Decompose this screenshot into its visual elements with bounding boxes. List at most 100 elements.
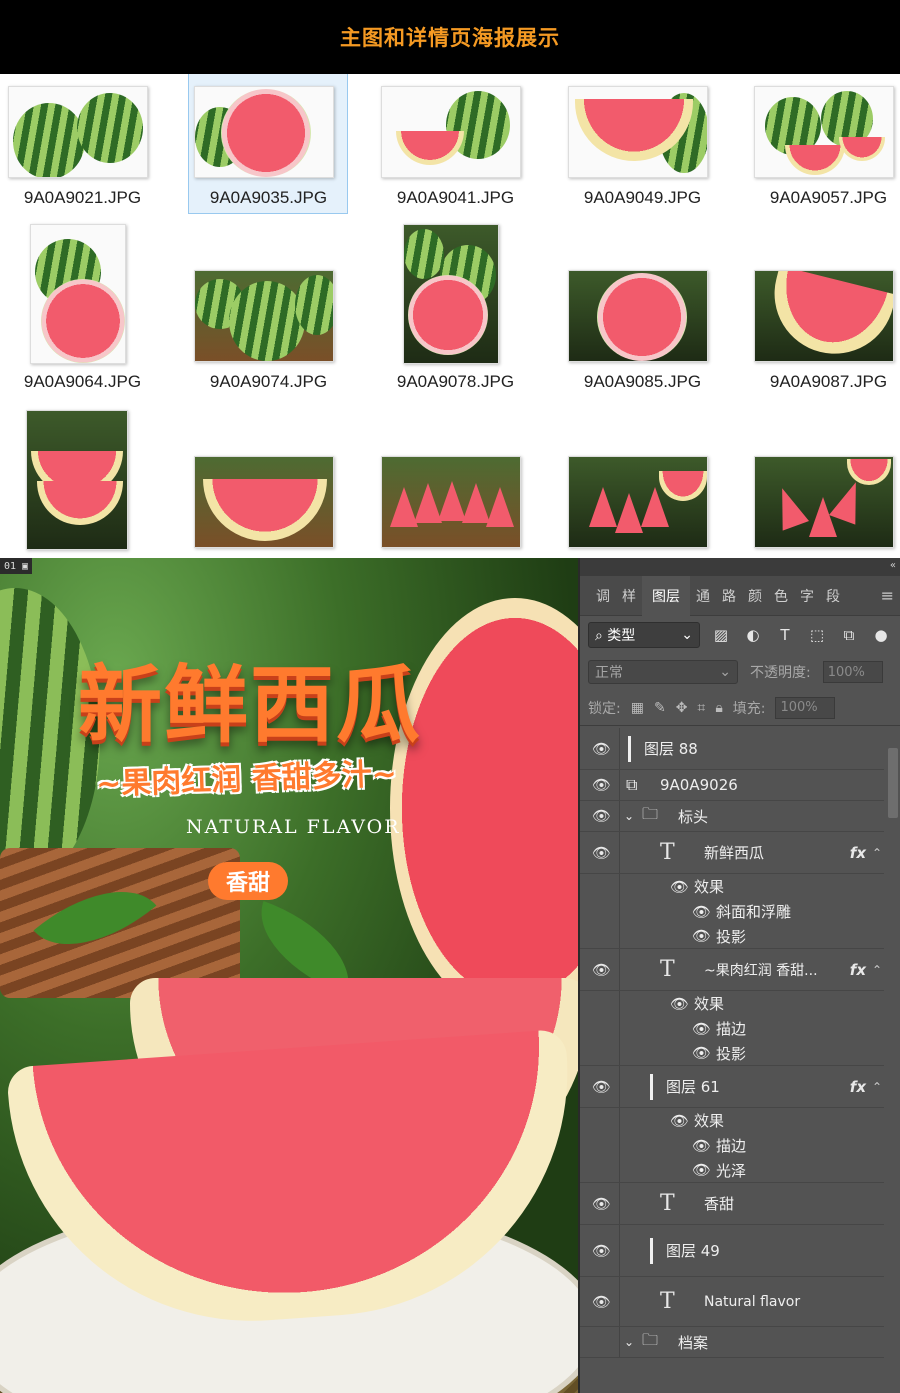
tab-layers[interactable]: 图层 — [642, 575, 690, 616]
file-thumbnail — [568, 270, 708, 362]
filter-shape-icon[interactable]: ⬚ — [806, 624, 828, 646]
effects-row[interactable]: 👁︎ 效果 — [580, 874, 884, 899]
lock-transparent-icon[interactable]: ▦ — [631, 700, 644, 716]
filter-pixel-icon[interactable]: ▨ — [710, 624, 732, 646]
chevron-up-icon[interactable]: ⌃ — [872, 1080, 882, 1094]
chevron-down-icon[interactable]: ⌄ — [624, 1335, 634, 1349]
blend-row: 正常 ⌄ 不透明度: 100% — [580, 654, 900, 690]
layer-row[interactable]: 👁︎ T ~果肉红润 香甜... fx ⌃ — [580, 949, 884, 991]
effects-label: 效果 — [694, 995, 725, 1013]
visibility-eye-icon[interactable]: 👁︎ — [592, 961, 612, 979]
tab-channels[interactable]: 通 — [690, 576, 716, 616]
folder-icon: 🗀︎ — [642, 1329, 659, 1349]
visibility-eye-icon[interactable]: 👁︎ — [592, 1195, 612, 1213]
lock-artboard-icon[interactable]: ⌗ — [697, 700, 705, 716]
layer-row[interactable]: 👁︎ ⧉ 9A0A9026 — [580, 770, 884, 801]
lock-brush-icon[interactable]: ✎ — [654, 700, 666, 716]
effect-row[interactable]: 👁︎ 投影 — [580, 1041, 884, 1066]
folder-icon: 🗀︎ — [642, 803, 659, 823]
layer-filter-select[interactable]: ⌕ 类型 ⌄ — [588, 622, 700, 648]
effect-row[interactable]: 👁︎ 斜面和浮雕 — [580, 899, 884, 924]
poster-english-tagline: NATURAL FLAVOR — [186, 816, 401, 838]
file-name: 9A0A9087.JPG — [769, 372, 888, 391]
layer-group-row[interactable]: 👁︎ ⌄ 🗀︎ 标头 — [580, 801, 884, 832]
layer-name: 图层 88 — [644, 740, 698, 758]
file-thumbnail — [568, 456, 708, 548]
layer-row[interactable]: 👁︎ 图层 61 fx ⌃ — [580, 1066, 884, 1108]
effect-eye-icon[interactable]: 👁︎ — [692, 1137, 711, 1155]
chevron-down-icon[interactable]: ⌄ — [624, 809, 634, 823]
file-name: 9A0A9041.JPG — [396, 188, 515, 207]
file-browser: 9A0A9021.JPG 9A0A9035.JPG 9A0A9041.JPG 9… — [0, 74, 900, 558]
chevron-up-icon[interactable]: ⌃ — [872, 963, 882, 977]
layer-row[interactable]: 👁︎ T 新鲜西瓜 fx ⌃ — [580, 832, 884, 874]
visibility-eye-icon[interactable]: 👁︎ — [592, 1078, 612, 1096]
tab-styles[interactable]: 样 — [616, 576, 642, 616]
effect-eye-icon[interactable]: 👁︎ — [670, 1112, 689, 1130]
visibility-eye-icon[interactable]: 👁︎ — [592, 844, 612, 862]
layer-row[interactable]: 👁︎ T 香甜 — [580, 1183, 884, 1225]
visibility-eye-icon[interactable]: 👁︎ — [592, 807, 612, 825]
filter-toggle-icon[interactable]: ● — [870, 624, 892, 646]
fill-field[interactable]: 100% — [775, 696, 836, 719]
blend-mode-select[interactable]: 正常 ⌄ — [588, 660, 738, 684]
layer-group-row[interactable]: ⌄ 🗀︎ 档案 — [580, 1327, 884, 1358]
effect-eye-icon[interactable]: 👁︎ — [692, 1161, 711, 1179]
document-tab-label: 01 — [4, 560, 17, 572]
fx-icon[interactable]: fx — [850, 1078, 866, 1096]
file-thumbnail — [194, 270, 334, 362]
tab-swatches[interactable]: 色 — [768, 576, 794, 616]
effect-eye-icon[interactable]: 👁︎ — [670, 878, 689, 896]
chevron-up-icon[interactable]: ⌃ — [872, 846, 882, 860]
collapse-icon[interactable]: « — [890, 560, 896, 571]
effect-eye-icon[interactable]: 👁︎ — [692, 903, 711, 921]
filter-adjustment-icon[interactable]: ◐ — [742, 624, 764, 646]
poster-badge: 香甜 — [208, 862, 288, 900]
lock-all-icon[interactable]: 🔒︎ — [715, 700, 722, 716]
filter-type-icon[interactable]: T — [774, 624, 796, 646]
lock-move-icon[interactable]: ✥ — [676, 700, 688, 716]
poster-canvas[interactable]: 01 ▣ 新鲜西瓜 ~果肉红润 香甜多汁~ NATURAL FLAVOR 香甜 — [0, 558, 578, 1393]
effects-row[interactable]: 👁︎ 效果 — [580, 991, 884, 1016]
visibility-eye-icon[interactable]: 👁︎ — [592, 1293, 612, 1311]
tab-adjustments[interactable]: 调 — [590, 576, 616, 616]
visibility-eye-icon[interactable]: 👁︎ — [592, 1242, 612, 1260]
effect-eye-icon[interactable]: 👁︎ — [670, 995, 689, 1013]
document-tab[interactable]: 01 ▣ — [0, 558, 33, 574]
text-layer-icon: T — [660, 840, 675, 865]
effect-eye-icon[interactable]: 👁︎ — [692, 1044, 711, 1062]
panel-menu-icon[interactable]: ≡ — [881, 586, 894, 605]
fx-icon[interactable]: fx — [850, 961, 866, 979]
effect-name: 斜面和浮雕 — [716, 903, 792, 921]
effects-row[interactable]: 👁︎ 效果 — [580, 1108, 884, 1133]
effect-row[interactable]: 👁︎ 描边 — [580, 1133, 884, 1158]
effect-row[interactable]: 👁︎ 投影 — [580, 924, 884, 949]
layer-row[interactable]: 👁︎ 图层 49 — [580, 1225, 884, 1277]
visibility-eye-icon[interactable]: 👁︎ — [592, 740, 612, 758]
layer-name: 标头 — [678, 807, 709, 826]
smart-object-icon: ⧉ — [626, 775, 638, 794]
fx-icon[interactable]: fx — [850, 844, 866, 862]
file-thumbnail — [754, 270, 894, 362]
effect-row[interactable]: 👁︎ 光泽 — [580, 1158, 884, 1183]
effect-eye-icon[interactable]: 👁︎ — [692, 927, 711, 945]
lock-row: 锁定: ▦ ✎ ✥ ⌗ 🔒︎ 填充: 100% — [580, 690, 900, 726]
layers-scrollbar[interactable] — [888, 748, 898, 818]
chevron-down-icon: ⌄ — [681, 627, 693, 643]
lock-label: 锁定: — [588, 700, 621, 717]
file-thumbnail — [194, 86, 334, 178]
tab-paragraph[interactable]: 段 — [820, 576, 846, 616]
tab-character[interactable]: 字 — [794, 576, 820, 616]
visibility-eye-icon[interactable]: 👁︎ — [592, 776, 612, 794]
effect-row[interactable]: 👁︎ 描边 — [580, 1016, 884, 1041]
tab-paths[interactable]: 路 — [716, 576, 742, 616]
blend-mode-value: 正常 — [595, 665, 623, 681]
filter-smart-object-icon[interactable]: ⧉ — [838, 624, 860, 646]
layer-row[interactable]: 👁︎ 图层 88 — [580, 728, 884, 770]
effect-name: 描边 — [716, 1020, 747, 1038]
layer-row[interactable]: 👁︎ T Natural flavor — [580, 1277, 884, 1327]
tab-color[interactable]: 颜 — [742, 576, 768, 616]
search-icon: ⌕ — [595, 628, 603, 644]
effect-eye-icon[interactable]: 👁︎ — [692, 1020, 711, 1038]
opacity-field[interactable]: 100% — [822, 661, 883, 683]
